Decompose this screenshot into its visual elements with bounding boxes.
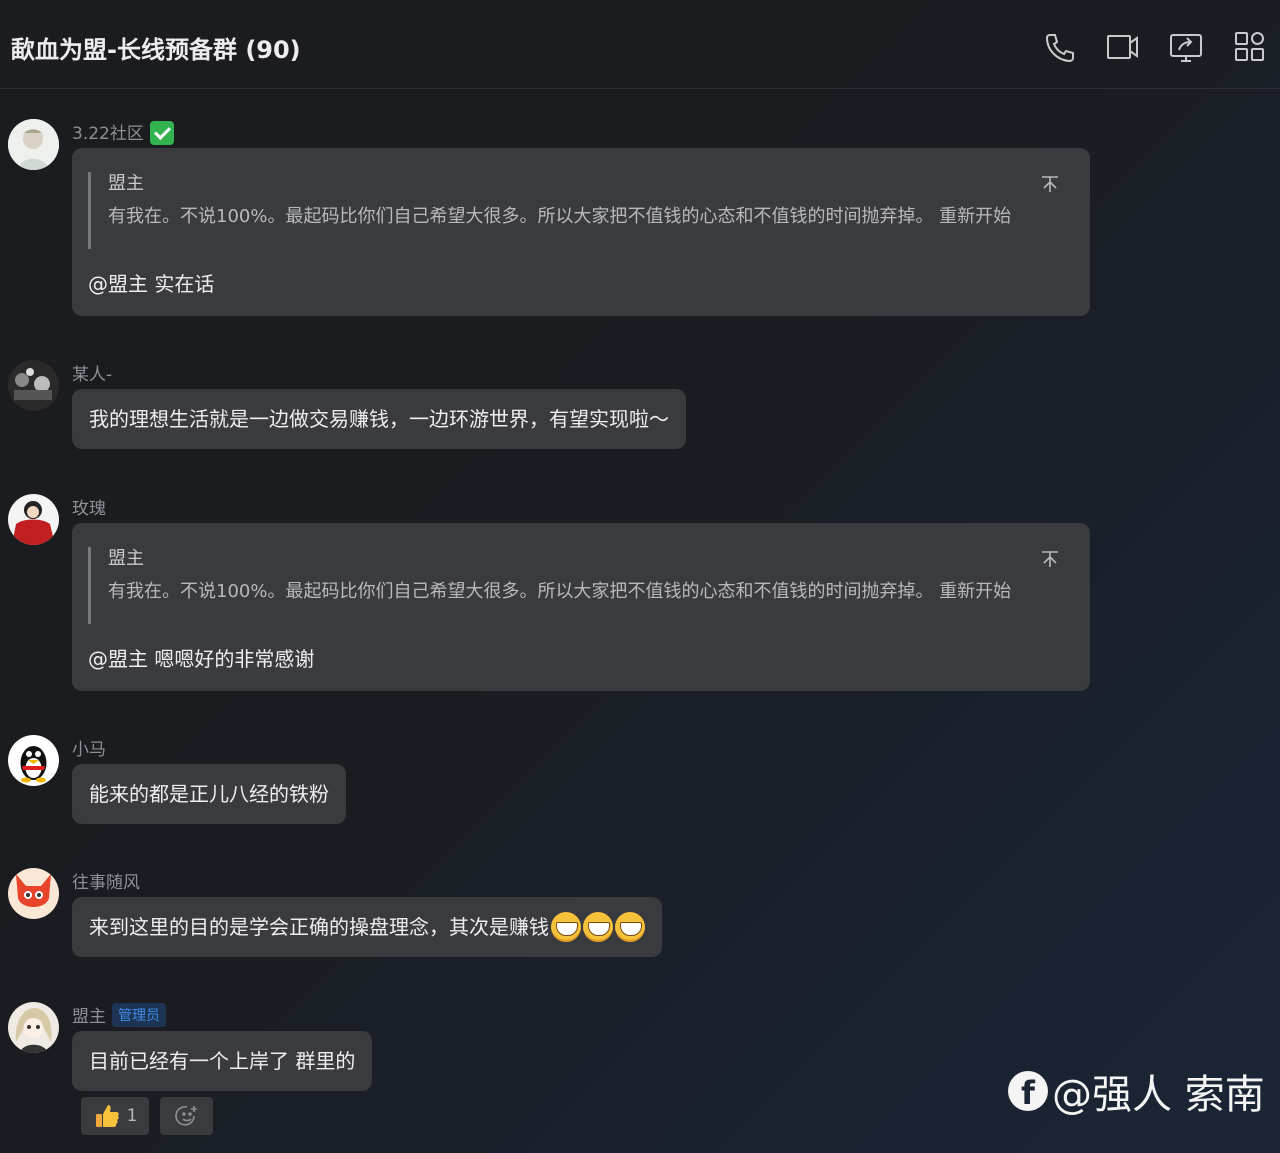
quote-expand-icon[interactable] [1040,174,1060,194]
quote-author: 盟主 [108,173,144,194]
phone-icon[interactable] [1043,30,1077,64]
message-bubble[interactable]: 我的理想生活就是一边做交易赚钱，一边环游世界，有望实现啦～ [72,389,686,449]
quote-expand-icon[interactable] [1040,549,1060,569]
message-text: @盟主 实在话 [88,272,215,296]
message-text: 能来的都是正儿八经的铁粉 [89,782,329,806]
message-text: @盟主 嗯嗯好的非常感谢 [88,647,315,671]
group-title: 歃血为盟-长线预备群 (90) [11,36,301,64]
avatar[interactable] [8,119,59,170]
avatar[interactable] [8,735,59,786]
sender-name: 往事随风 [72,873,140,893]
check-icon [149,120,174,145]
message-text: 目前已经有一个上岸了 群里的 [89,1049,356,1073]
reaction-count: 1 [126,1106,138,1126]
sender-name: 小马 [72,740,106,760]
quoted-message[interactable]: 盟主 有我在。不说100%。最起码比你们自己希望大很多。所以大家把不值钱的心态和… [88,172,1074,249]
sender-name: 玫瑰 [72,499,106,519]
watermark: f @强人 索南 [1008,1062,1265,1120]
grin-emoji-icon [615,911,645,942]
grin-emoji-icon [551,911,581,942]
admin-badge: 管理员 [112,1002,166,1027]
quote-text: 有我在。不说100%。最起码比你们自己希望大很多。所以大家把不值钱的心态和不值钱… [108,206,1012,227]
avatar[interactable] [8,360,59,411]
chat-header: 歃血为盟-长线预备群 (90) [0,0,1280,89]
message-bubble[interactable]: 来到这里的目的是学会正确的操盘理念，其次是赚钱 [72,897,662,957]
message-bubble[interactable]: 目前已经有一个上岸了 群里的 [72,1031,373,1091]
sender-name: 某人- [72,365,113,385]
add-emoji-icon [174,1105,197,1126]
avatar[interactable] [8,868,59,919]
facebook-logo-icon: f [1008,1071,1048,1112]
quote-author: 盟主 [108,548,144,569]
thumbs-up-reaction[interactable]: 1 [81,1097,149,1135]
sender-name: 盟主 管理员 [72,1002,166,1027]
apps-icon[interactable] [1233,30,1267,64]
thumbs-up-icon [95,1105,119,1127]
message-text: 来到这里的目的是学会正确的操盘理念，其次是赚钱 [89,915,549,939]
message-bubble[interactable]: 盟主 有我在。不说100%。最起码比你们自己希望大很多。所以大家把不值钱的心态和… [72,148,1090,316]
sender-name: 3.22社区 [72,119,174,145]
quote-text: 有我在。不说100%。最起码比你们自己希望大很多。所以大家把不值钱的心态和不值钱… [108,581,1012,602]
message-text: 我的理想生活就是一边做交易赚钱，一边环游世界，有望实现啦～ [89,407,669,431]
message-bubble[interactable]: 盟主 有我在。不说100%。最起码比你们自己希望大很多。所以大家把不值钱的心态和… [72,523,1090,691]
add-reaction-button[interactable] [160,1097,213,1135]
grin-emoji-icon [583,911,613,942]
video-icon[interactable] [1106,30,1140,64]
message-bubble[interactable]: 能来的都是正儿八经的铁粉 [72,764,346,824]
screen-share-icon[interactable] [1169,30,1203,64]
quoted-message[interactable]: 盟主 有我在。不说100%。最起码比你们自己希望大很多。所以大家把不值钱的心态和… [88,547,1074,624]
avatar[interactable] [8,494,59,545]
avatar[interactable] [8,1002,59,1053]
